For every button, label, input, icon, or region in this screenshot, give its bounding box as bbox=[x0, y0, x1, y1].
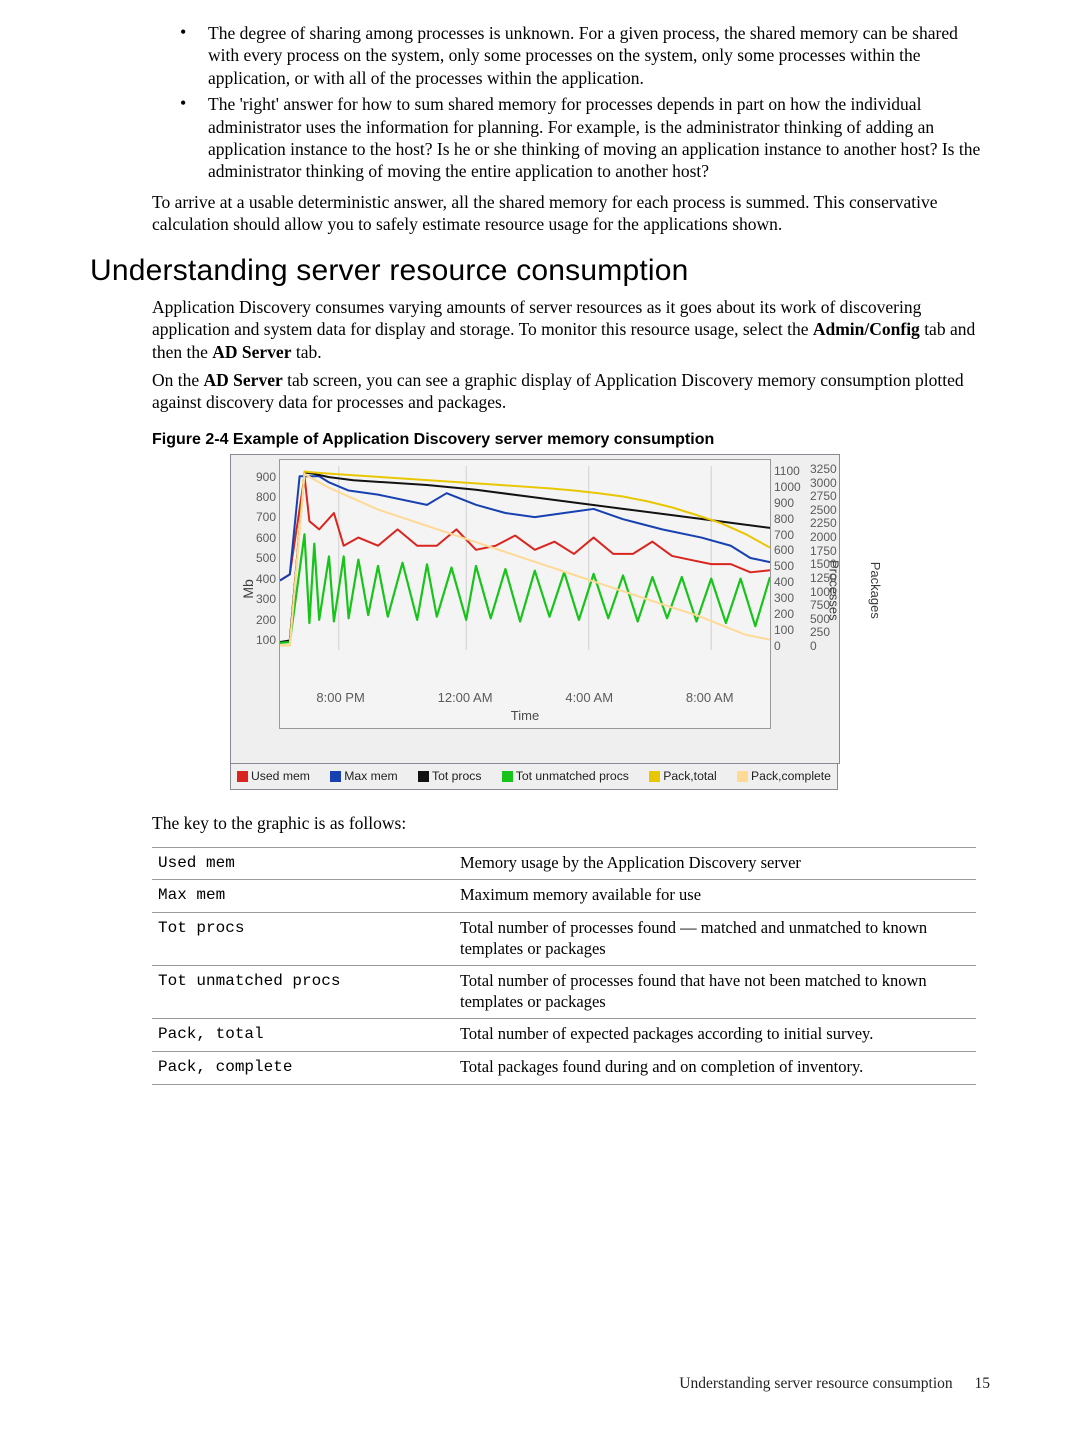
body-paragraph: To arrive at a usable deterministic answ… bbox=[152, 191, 990, 236]
key-desc: Total packages found during and on compl… bbox=[454, 1052, 976, 1085]
table-row: Max mem Maximum memory available for use bbox=[152, 880, 976, 913]
key-desc: Total number of expected packages accord… bbox=[454, 1019, 976, 1052]
legend-label: Pack,complete bbox=[751, 769, 831, 785]
x-axis-label: Time bbox=[280, 708, 770, 725]
table-row: Pack, complete Total packages found duri… bbox=[152, 1052, 976, 1085]
legend-swatch-icon bbox=[649, 771, 660, 782]
body-paragraph: Application Discovery consumes varying a… bbox=[152, 296, 990, 363]
legend-swatch-icon bbox=[502, 771, 513, 782]
list-item: The degree of sharing among processes is… bbox=[180, 22, 990, 93]
legend-label: Used mem bbox=[251, 769, 310, 785]
legend-label: Pack,total bbox=[663, 769, 717, 785]
legend-key-table: Used mem Memory usage by the Application… bbox=[152, 847, 976, 1085]
legend-item: Tot unmatched procs bbox=[502, 769, 629, 785]
list-item: The 'right' answer for how to sum shared… bbox=[180, 93, 990, 187]
legend-label: Max mem bbox=[344, 769, 398, 785]
body-paragraph: On the AD Server tab screen, you can see… bbox=[152, 369, 990, 414]
table-row: Used mem Memory usage by the Application… bbox=[152, 847, 976, 880]
key-desc: Maximum memory available for use bbox=[454, 880, 976, 913]
section-heading: Understanding server resource consumptio… bbox=[90, 252, 990, 290]
chart-figure: Mb Processes Packages 8:00 PM12:00 AM4:0… bbox=[230, 454, 840, 790]
bold-label: AD Server bbox=[212, 342, 291, 362]
key-name: Pack, total bbox=[152, 1019, 454, 1052]
legend-swatch-icon bbox=[330, 771, 341, 782]
key-name: Used mem bbox=[152, 847, 454, 880]
table-row: Tot unmatched procs Total number of proc… bbox=[152, 966, 976, 1019]
legend-label: Tot procs bbox=[432, 769, 481, 785]
chart-legend: Used mem Max mem Tot procs Tot unmatched pr… bbox=[230, 764, 838, 790]
footer-title: Understanding server resource consumptio… bbox=[679, 1375, 952, 1392]
legend-swatch-icon bbox=[237, 771, 248, 782]
legend-item: Pack,total bbox=[649, 769, 717, 785]
key-desc: Memory usage by the Application Discover… bbox=[454, 847, 976, 880]
table-row: Tot procs Total number of processes foun… bbox=[152, 912, 976, 965]
legend-item: Max mem bbox=[330, 769, 398, 785]
key-name: Pack, complete bbox=[152, 1052, 454, 1085]
figure-caption: Figure 2-4 Example of Application Discov… bbox=[152, 430, 990, 450]
legend-swatch-icon bbox=[418, 771, 429, 782]
legend-item: Pack,complete bbox=[737, 769, 831, 785]
legend-label: Tot unmatched procs bbox=[516, 769, 629, 785]
key-name: Max mem bbox=[152, 880, 454, 913]
legend-item: Used mem bbox=[237, 769, 310, 785]
bold-label: AD Server bbox=[204, 370, 283, 390]
chart-plot-area: Mb Processes Packages 8:00 PM12:00 AM4:0… bbox=[279, 459, 771, 729]
key-name: Tot unmatched procs bbox=[152, 966, 454, 1019]
key-desc: Total number of processes found that hav… bbox=[454, 966, 976, 1019]
bulleted-list: The degree of sharing among processes is… bbox=[90, 22, 990, 187]
page-footer: Understanding server resource consumptio… bbox=[679, 1374, 990, 1394]
text: On the bbox=[152, 370, 204, 390]
body-paragraph: The key to the graphic is as follows: bbox=[152, 812, 990, 834]
text: Application Discovery consumes varying a… bbox=[152, 297, 921, 339]
page-number: 15 bbox=[975, 1375, 991, 1392]
key-desc: Total number of processes found — matche… bbox=[454, 912, 976, 965]
legend-item: Tot procs bbox=[418, 769, 481, 785]
table-row: Pack, total Total number of expected pac… bbox=[152, 1019, 976, 1052]
y-axis-right-label-2: Packages bbox=[866, 562, 883, 619]
key-name: Tot procs bbox=[152, 912, 454, 965]
legend-swatch-icon bbox=[737, 771, 748, 782]
text: tab. bbox=[291, 342, 321, 362]
bold-label: Admin/Config bbox=[813, 319, 920, 339]
